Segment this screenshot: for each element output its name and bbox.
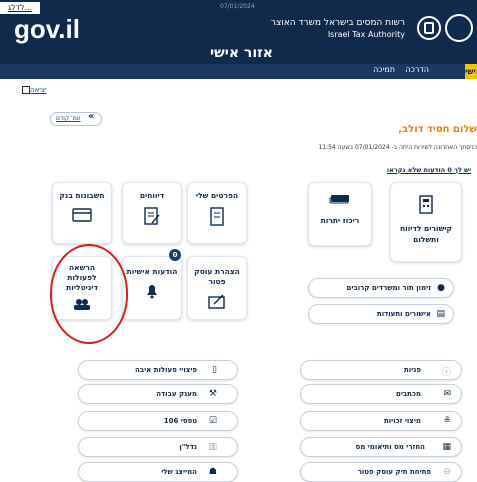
- calculator-doc-icon: [419, 195, 433, 214]
- header-date: 07/01/2024: [220, 3, 255, 10]
- card-exempt-declaration[interactable]: הצהרת עוסק פטור: [187, 256, 247, 320]
- info-icon: ●: [437, 283, 445, 293]
- state-emblem-icon: [445, 14, 473, 42]
- nav-item-personal[interactable]: אישי: [465, 64, 477, 79]
- bell-icon: [147, 285, 157, 299]
- card-label: חשבונות בנק: [59, 191, 105, 200]
- rights-icon: ≗: [443, 416, 451, 426]
- pill-credit-points[interactable]: ≗ מיצוי זכויות: [300, 411, 462, 431]
- building-icon: ▥: [208, 442, 217, 452]
- double-chevron-icon: «: [88, 111, 95, 122]
- envelope-icon: ✉: [443, 389, 451, 399]
- pill-label: טפסי 106: [163, 417, 197, 425]
- pill-label: פניות: [403, 366, 421, 374]
- nav-item-support[interactable]: תמיכה: [373, 65, 395, 74]
- card-label: קישורים לדיווח ותשלום: [399, 224, 452, 244]
- emblem-inner-icon: [424, 22, 434, 34]
- card-personal-messages[interactable]: הודעות אישיות: [122, 256, 182, 320]
- pill-label: זימון תור ומשרדים קרובים: [346, 284, 431, 292]
- tax-authority-emblem-icon: [417, 16, 441, 40]
- hammer-icon: ⚒: [208, 389, 217, 399]
- card-balance-summary[interactable]: ריכוז יתרות: [308, 182, 372, 246]
- card-label: הודעות אישיות: [126, 267, 178, 276]
- pill-realestate[interactable]: ▥ נדל"ן: [78, 437, 238, 457]
- report-edit-icon: [144, 207, 160, 225]
- card-label: הצהרת עוסק פטור: [194, 267, 240, 286]
- card-reports[interactable]: דיווחים: [122, 182, 182, 244]
- pill-label: החזרי מס ותיאומי מס: [355, 443, 425, 451]
- exit-link[interactable]: יציאה: [30, 86, 47, 94]
- pill-label: נדל"ן: [179, 443, 197, 451]
- pill-label: אישורים ותעודות: [376, 310, 431, 318]
- back-label[interactable]: עמ' קודם: [56, 115, 81, 122]
- card-bank-accounts[interactable]: חשבונות בנק: [52, 182, 112, 244]
- card-label: ריכוז יתרות: [320, 216, 360, 225]
- pill-inquiries[interactable]: ⓘ פניות: [300, 360, 462, 380]
- certificate-icon: ▤: [436, 309, 445, 319]
- pill-open-file[interactable]: ⊖ פתיחת תיק עוסק פטור: [300, 462, 462, 482]
- pill-label: מענק עבודה: [156, 390, 197, 398]
- card-label: דיווחים: [139, 191, 165, 200]
- greeting: שלום חסיד דולב,: [398, 124, 477, 135]
- edit-form-icon: ☑: [208, 416, 217, 426]
- group-icon: ☗: [208, 467, 217, 477]
- card-reporting-payment[interactable]: קישורים לדיווח ותשלום: [390, 182, 462, 262]
- messages-count-badge: 0: [169, 249, 181, 261]
- pill-label: מיצוי זכויות: [383, 417, 421, 425]
- credit-card-icon: [72, 208, 92, 222]
- last-login-text: כניסתך האחרונה לשירות היתה ב- 07/01/2024…: [318, 144, 477, 151]
- document-icon: [210, 207, 224, 226]
- authority-name-en: Israel Tax Authority: [327, 30, 405, 39]
- pill-hostile-acts[interactable]: ▯ פיצויי פעולות איבה: [78, 360, 238, 380]
- pill-refunds[interactable]: ▦ החזרי מס ותיאומי מס: [300, 437, 462, 457]
- pill-form106[interactable]: ☑ טפסי 106: [78, 411, 238, 431]
- pill-letters[interactable]: ✉ מכתבים: [300, 384, 462, 404]
- document-icon: ▯: [212, 365, 217, 375]
- page-title: אזור אישי: [210, 45, 273, 61]
- pill-label: המייצג שלי: [161, 468, 197, 476]
- pill-label: פתיחת תיק עוסק פטור: [357, 468, 431, 476]
- sign-form-icon: [208, 294, 225, 309]
- gov-logo[interactable]: gov.il: [14, 14, 80, 45]
- nav-item-guide[interactable]: הדרכה: [405, 65, 429, 74]
- main-nav: אישי הדרכה תמיכה: [0, 64, 477, 79]
- highlight-circle-annotation: [50, 244, 128, 344]
- pill-my-representative[interactable]: ☗ המייצג שלי: [78, 462, 238, 482]
- money-stack-icon: [329, 195, 349, 204]
- refund-doc-icon: ▦: [442, 442, 451, 452]
- skip-link[interactable]: לדלג...: [0, 2, 40, 14]
- pill-work-grant[interactable]: ⚒ מענק עבודה: [78, 384, 238, 404]
- info-circle-icon: ⓘ: [441, 368, 451, 378]
- pill-appointment[interactable]: ● זימון תור ומשרדים קרובים: [308, 278, 454, 298]
- open-file-icon: ⊖: [443, 467, 451, 477]
- pill-label: פיצויי פעולות איבה: [135, 366, 197, 374]
- card-my-details[interactable]: הפרטים שלי: [187, 182, 247, 244]
- unread-messages-link[interactable]: יש לך 0 הודעות שלא נקראו: [387, 166, 471, 174]
- card-label: הפרטים שלי: [195, 191, 239, 200]
- pill-label: מכתבים: [395, 390, 421, 398]
- authority-name-he: רשות המסים בישראל משרד האוצר: [270, 18, 405, 28]
- exit-icon[interactable]: [22, 86, 30, 94]
- pill-certificates[interactable]: ▤ אישורים ותעודות: [308, 304, 454, 324]
